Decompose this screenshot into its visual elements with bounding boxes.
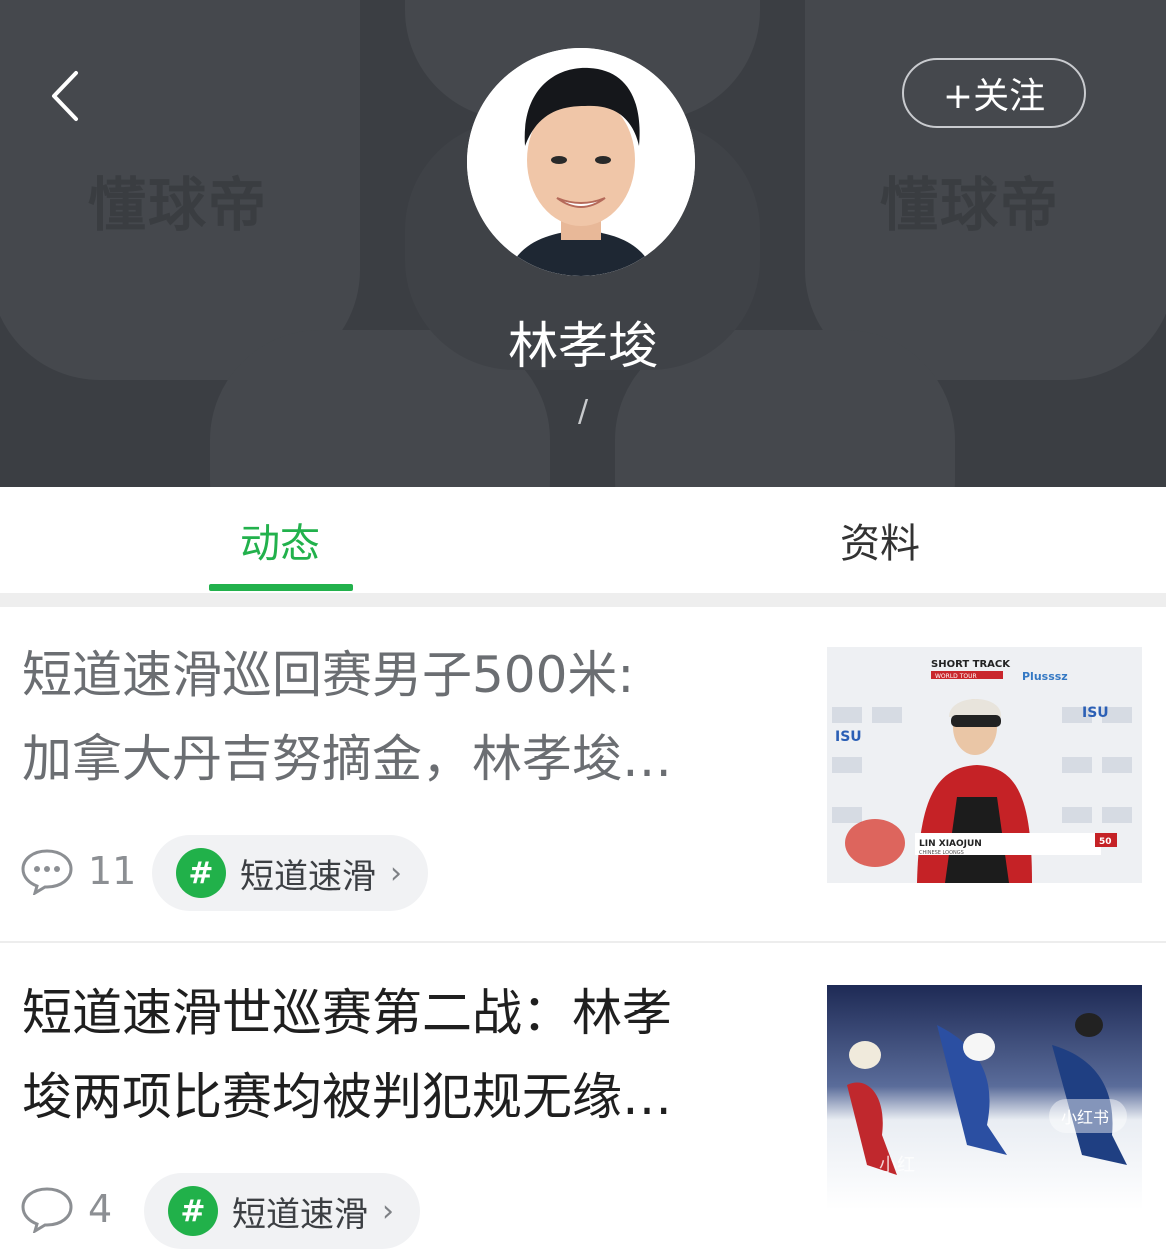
news-title-line: 短道速滑世巡赛第二战：林孝 xyxy=(22,984,672,1042)
active-tab-indicator xyxy=(209,584,353,591)
thumb-caption-team: CHINESE LOONGS xyxy=(919,850,964,856)
watermark-left: 懂球帝 xyxy=(88,171,269,239)
chevron-right-icon: › xyxy=(382,1193,394,1229)
hash-icon: # xyxy=(168,1186,218,1236)
hash-icon: # xyxy=(176,848,226,898)
comment-count[interactable]: 4 xyxy=(20,1185,112,1233)
thumb-brand-sub: WORLD TOUR xyxy=(935,673,977,680)
thumbnail-image: 小红书 小红 xyxy=(827,985,1142,1210)
chevron-right-icon: › xyxy=(390,855,402,891)
thumb-watermark: 小红书 xyxy=(1061,1108,1109,1127)
news-title-line: 加拿大丹吉努摘金，林孝埈… xyxy=(22,730,672,788)
tab-profile-info[interactable]: 资料 xyxy=(750,487,1010,593)
comment-bubble-icon xyxy=(21,849,73,895)
topic-tag-label: 短道速滑 xyxy=(240,856,376,897)
tab-bar: 动态 资料 xyxy=(0,487,1166,593)
thumb-isu-text: ISU xyxy=(835,729,862,745)
news-thumbnail: 小红书 小红 xyxy=(827,985,1142,1210)
profile-header: 懂球帝 懂球帝 +关注 林孝埈 / xyxy=(0,0,1166,487)
comment-count[interactable]: 11 xyxy=(20,847,136,895)
watermark-right: 懂球帝 xyxy=(880,171,1061,239)
follow-button[interactable]: +关注 xyxy=(902,58,1086,128)
back-button[interactable] xyxy=(40,66,90,126)
section-separator xyxy=(0,593,1166,607)
news-item[interactable]: 短道速滑世巡赛第二战：林孝 埈两项比赛均被判犯规无缘… 4 # 短道速滑 › 小… xyxy=(0,943,1166,1249)
avatar xyxy=(467,48,695,276)
chevron-left-icon xyxy=(52,71,78,121)
topic-tag[interactable]: # 短道速滑 › xyxy=(144,1173,420,1249)
topic-tag[interactable]: # 短道速滑 › xyxy=(152,835,428,911)
news-title: 短道速滑世巡赛第二战：林孝 埈两项比赛均被判犯规无缘… xyxy=(22,971,742,1139)
thumb-brand-text: SHORT TRACK xyxy=(931,659,1011,670)
comment-bubble-icon xyxy=(21,1187,73,1233)
thumb-sponsor-text: Plusssz xyxy=(1022,670,1068,683)
thumbnail-image: ISU ISU SHORT TRACK WORLD TOUR Plusssz L… xyxy=(827,647,1142,883)
news-title-line: 短道速滑巡回赛男子500米: xyxy=(22,646,635,704)
profile-subtitle: / xyxy=(577,394,589,429)
news-title: 短道速滑巡回赛男子500米: 加拿大丹吉努摘金，林孝埈… xyxy=(22,633,742,801)
comment-count-value: 4 xyxy=(88,1187,113,1231)
thumb-caption-name: LIN XIAOJUN xyxy=(919,839,982,849)
thumb-watermark: 小红 xyxy=(879,1155,915,1176)
news-thumbnail: ISU ISU SHORT TRACK WORLD TOUR Plusssz L… xyxy=(827,647,1142,883)
thumb-isu-text: ISU xyxy=(1082,705,1109,721)
thumb-bib: 50 xyxy=(1099,837,1112,847)
comment-count-value: 11 xyxy=(88,849,137,893)
news-title-line: 埈两项比赛均被判犯规无缘… xyxy=(22,1068,672,1126)
news-item[interactable]: 短道速滑巡回赛男子500米: 加拿大丹吉努摘金，林孝埈… 11 # 短道速滑 ›… xyxy=(0,607,1166,941)
player-photo xyxy=(467,48,695,276)
topic-tag-label: 短道速滑 xyxy=(232,1194,368,1235)
tab-dynamics[interactable]: 动态 xyxy=(150,487,410,593)
player-name: 林孝埈 xyxy=(508,317,658,375)
